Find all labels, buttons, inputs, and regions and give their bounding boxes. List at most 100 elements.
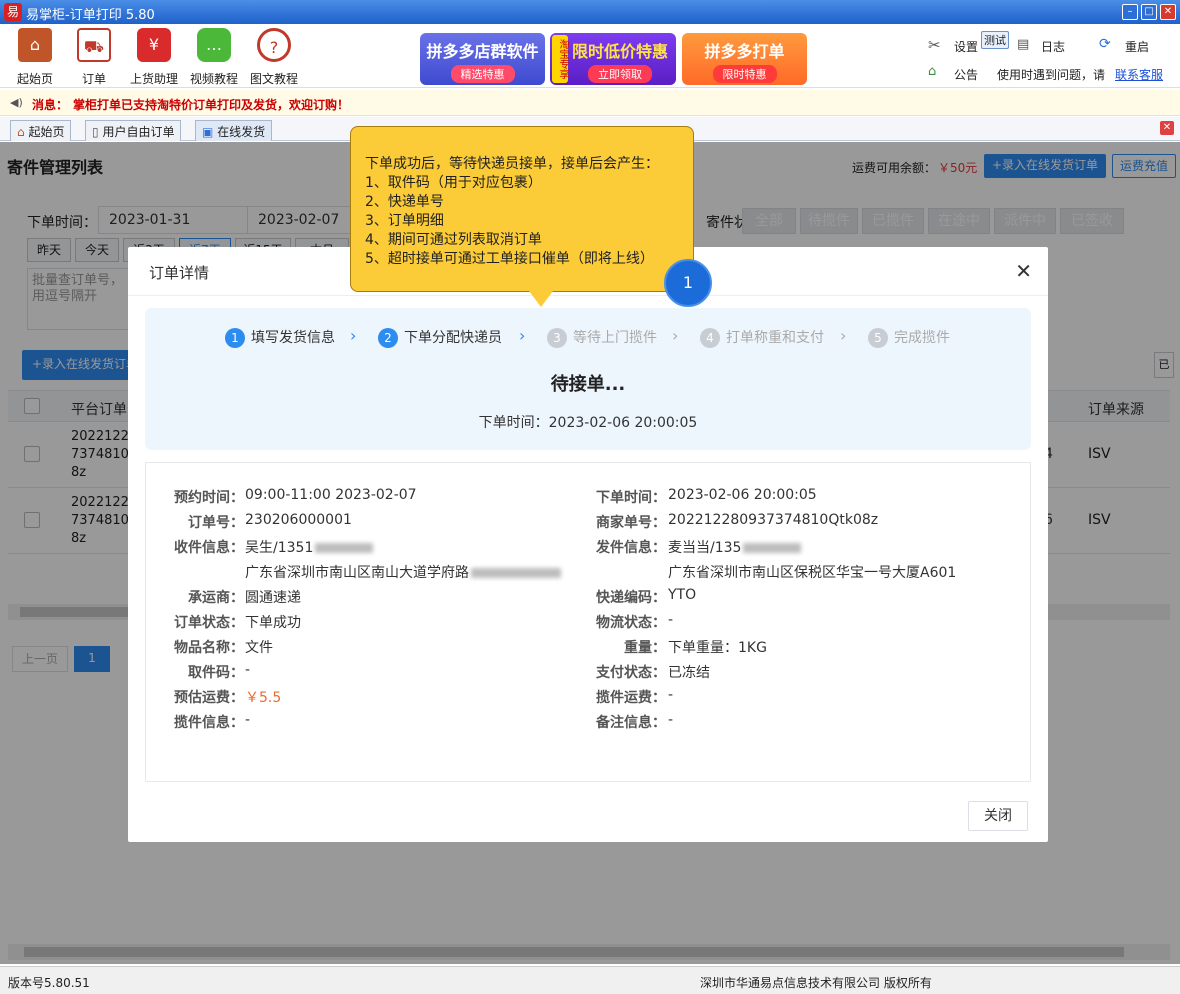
field-label: 支付状态： — [596, 665, 666, 681]
maximize-button[interactable]: □ — [1141, 4, 1157, 20]
modal-close-button[interactable]: 关闭 — [968, 801, 1028, 831]
field-label: 下单时间： — [596, 490, 666, 506]
field-label: 商家单号： — [596, 515, 666, 531]
toolbar-video-tutorial-button[interactable]: … 视频教程 — [184, 28, 244, 87]
step-fill-shipping-info: 1 填写发货信息 — [225, 327, 335, 348]
sender-address-value: 广东省深圳市南山区保税区华宝一号大厦A601 — [668, 565, 957, 581]
tab-user-free-orders[interactable]: ▯ 用户自由订单 — [85, 120, 182, 141]
contact-service-link[interactable]: 联系客服 — [1115, 66, 1163, 83]
chat-icon: … — [197, 28, 231, 62]
cart-icon: ⛟ — [77, 28, 111, 62]
item-name-value: 文件 — [245, 640, 273, 656]
guide-tooltip: 下单成功后，等待快递员接单，接单后会产生： 1、取件码（用于对应包裹） 2、快递… — [350, 126, 694, 292]
chevron-right-icon: › — [519, 326, 526, 345]
minimize-button[interactable]: – — [1122, 4, 1138, 20]
field-label: 快递编码： — [596, 590, 666, 606]
progress-steps: 1 填写发货信息 › 2 下单分配快递员 › 3 等待上门揽件 › 4 打单称重和支付 … — [145, 308, 1031, 450]
order-status-value: 下单成功 — [245, 615, 301, 631]
merchant-order-no-value: 202212280937374810Qtk08z — [668, 512, 879, 528]
field-label: 收件信息： — [174, 540, 244, 556]
monitor-icon: ▣ — [202, 125, 214, 139]
field-label: 物品名称： — [174, 640, 244, 656]
close-tab-icon[interactable]: ✕ — [1160, 121, 1174, 135]
status-bar: 版本号5.80.51 深圳市华通易点信息技术有限公司 版权所有 — [0, 966, 1180, 994]
log-link[interactable]: 日志 — [1041, 38, 1065, 55]
order-detail-modal: 订单详情 ✕ 1 填写发货信息 › 2 下单分配快递员 › 3 等待上门揽件 › 4打… — [128, 247, 1048, 842]
step-weigh-and-pay: 4 打单称重和支付 — [700, 327, 824, 348]
step-complete-pickup: 5 完成揽件 — [868, 327, 950, 348]
toolbar-text-tutorial-button[interactable]: ? 图文教程 — [244, 28, 304, 87]
order-no-value: 230206000001 — [245, 512, 352, 528]
notice-icon: ⌂ — [928, 64, 937, 79]
main-toolbar: ⌂ 起始页 ⛟ 订单 ¥ 上货助理 … 视频教程 ? 图文教程 拼多多店群软件 … — [0, 24, 1180, 88]
copyright-text: 深圳市华通易点信息技术有限公司 版权所有 — [700, 976, 932, 990]
field-label: 订单状态： — [174, 615, 244, 631]
step-assign-courier: 2 下单分配快递员 — [378, 327, 502, 348]
field-label: 承运商： — [188, 590, 244, 606]
message-bar: ◀) 消息： 掌柜打单已支持淘特价订单打印及发货，欢迎订购！ — [0, 90, 1180, 116]
house-icon: ⌂ — [17, 125, 25, 139]
chevron-right-icon: › — [840, 326, 847, 345]
receiver-address-value: 广东省深圳市南山区南山大道学府路 — [245, 562, 561, 582]
express-code-value: YTO — [668, 587, 697, 603]
notice-link[interactable]: 公告 — [954, 66, 978, 83]
redacted-mask — [743, 543, 802, 553]
help-icon: ? — [257, 28, 291, 62]
redacted-mask — [315, 543, 374, 553]
toolbar-orders-button[interactable]: ⛟ 订单 — [64, 28, 124, 87]
log-icon: ▤ — [1017, 37, 1030, 52]
guide-step-badge[interactable]: 1 — [664, 259, 712, 307]
order-time-row: 下单时间：2023-02-06 20:00:05 — [478, 415, 698, 431]
message-text: 掌柜打单已支持淘特价订单打印及发货，欢迎订购！ — [73, 98, 350, 112]
settings-link[interactable]: 设置 — [954, 38, 978, 55]
field-label: 发件信息： — [596, 540, 666, 556]
status-headline: 待接单... — [550, 374, 626, 395]
pickup-info-value: - — [245, 712, 251, 728]
chevron-right-icon: › — [350, 326, 357, 345]
document-icon: ▯ — [92, 125, 99, 139]
sender-info-value: 麦当当/135 — [668, 537, 802, 557]
redacted-mask — [471, 568, 561, 578]
modal-close-icon[interactable]: ✕ — [1015, 259, 1032, 283]
weight-value: 下单重量：1KG — [668, 640, 767, 656]
help-text: 使用时遇到问题，请 — [997, 68, 1106, 82]
refresh-icon: ⟳ — [1099, 36, 1111, 52]
tools-icon: ✂ — [928, 36, 941, 54]
pickup-fee-value: - — [668, 687, 674, 703]
step-wait-pickup: 3 等待上门揽件 — [547, 327, 657, 348]
test-badge: 测试 — [981, 31, 1009, 49]
carrier-value: 圆通速递 — [245, 590, 301, 606]
field-label: 订单号： — [188, 515, 244, 531]
toolbar-start-page-button[interactable]: ⌂ 起始页 — [5, 28, 65, 87]
remark-value: - — [668, 712, 674, 728]
settings-area: ✂ 设置 测试 ▤ 日志 ⟳ 重启 ⌂ 公告 使用时遇到问题，请 联系客服 — [925, 31, 1180, 84]
message-prefix: 消息： — [32, 98, 69, 112]
receiver-info-value: 吴生/1351 — [245, 537, 374, 557]
toolbar-listing-assistant-button[interactable]: ¥ 上货助理 — [124, 28, 184, 87]
field-label: 揽件运费： — [596, 690, 666, 706]
app-logo-icon: 易 — [4, 3, 22, 21]
ad-limited-time-offer[interactable]: 淘宝专享 限时低价特惠 立即领取 — [550, 33, 676, 85]
money-bag-icon: ¥ — [137, 28, 171, 62]
close-window-button[interactable]: ✕ — [1160, 4, 1176, 20]
modal-title: 订单详情 — [149, 264, 210, 282]
window-title-bar: 易 易掌柜-订单打印 5.80 – □ ✕ — [0, 0, 1180, 24]
tab-online-shipping[interactable]: ▣ 在线发货 — [195, 120, 273, 141]
window-title: 易掌柜-订单打印 5.80 — [26, 8, 155, 23]
chevron-right-icon: › — [672, 326, 679, 345]
order-time-value: 2023-02-06 20:00:05 — [668, 487, 817, 503]
field-label: 预估运费： — [174, 690, 244, 706]
house-icon: ⌂ — [18, 28, 52, 62]
ad-pdd-group-software[interactable]: 拼多多店群软件 精选特惠 — [420, 33, 545, 85]
version-text: 版本号5.80.51 — [8, 976, 90, 990]
tab-start-page[interactable]: ⌂ 起始页 — [10, 120, 72, 141]
field-label: 取件码： — [188, 665, 244, 681]
field-label: 物流状态： — [596, 615, 666, 631]
speaker-icon: ◀) — [10, 96, 23, 109]
field-label: 预约时间： — [174, 490, 244, 506]
restart-link[interactable]: 重启 — [1125, 38, 1149, 55]
order-detail-fields: 预约时间： 09:00-11:00 2023-02-07 订单号： 230206… — [145, 462, 1031, 782]
field-label: 备注信息： — [596, 715, 666, 731]
ad-pdd-print[interactable]: 拼多多打单 限时特惠 — [682, 33, 807, 85]
logistics-status-value: - — [668, 612, 674, 628]
